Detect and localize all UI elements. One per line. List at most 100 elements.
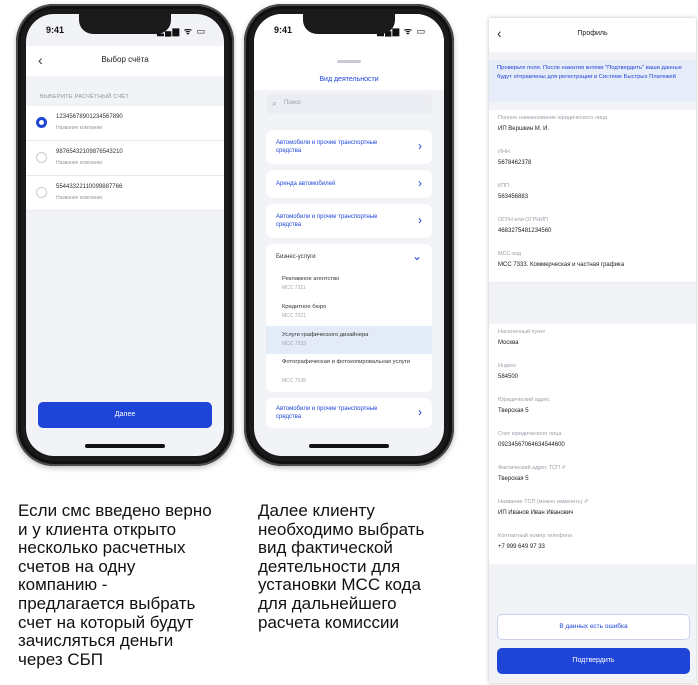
category-item-expanded[interactable]: Бизнес-услуги ⌄: [266, 244, 432, 270]
caption-activity-type: Далее клиенту необходимо выбрать вид фак…: [258, 501, 478, 632]
radio-unselected-icon[interactable]: [36, 152, 47, 163]
report-error-label: В данных есть ошибка: [559, 623, 628, 630]
status-time: 9:41: [274, 25, 293, 35]
field-value: MCC 7333. Коммерческая и частная графика: [498, 262, 625, 268]
account-company: Название компании: [56, 160, 103, 166]
account-number: 98765432109876543210: [56, 149, 123, 155]
category-item[interactable]: Автомобили и прочие транспортные средств…: [266, 398, 432, 428]
field-label: Название ТСП (можно изменить) ✐: [498, 499, 589, 505]
activity-title: Услуги графического дизайнера: [282, 332, 369, 338]
field-value: 09234567064634544600: [498, 442, 565, 448]
caption-line: вид фактической: [258, 538, 393, 558]
account-number: 12345678901234567890: [56, 114, 123, 120]
info-notice: Проверьте поля. После нажатия кнопки "По…: [489, 60, 696, 102]
field-label: Контактный номер телефона: [498, 533, 573, 539]
nav-header: ‹ Профиль: [489, 18, 696, 52]
caption-account-selection: Если смс введено верно и у клиента откры…: [18, 501, 248, 669]
home-indicator: [309, 444, 389, 448]
chevron-right-icon: ›: [418, 213, 422, 227]
phone-notch: [79, 14, 171, 34]
field-value: ИП Вершкин М. И.: [498, 126, 550, 132]
caption-line: предлагается выбрать: [18, 593, 196, 613]
activity-option-selected[interactable]: Услуги графического дизайнера MCC 7333: [266, 326, 432, 354]
chevron-down-icon: ⌄: [411, 249, 422, 263]
radio-unselected-icon[interactable]: [36, 187, 47, 198]
activity-title: Фотографическая и фотокопировальная услу…: [282, 359, 411, 365]
field-label: Полное наименование юридического лица: [498, 115, 608, 121]
field-label: Юридический адрес: [498, 397, 550, 403]
field-label: Индекс: [498, 363, 517, 369]
caption-line: Если смс введено верно: [18, 501, 212, 520]
screen-title: Вид деятельности: [319, 76, 379, 83]
caption-line: счетов на одну: [18, 556, 136, 576]
phone-notch: [303, 14, 395, 34]
field-value: 563456883: [498, 194, 529, 200]
screen-title: Выбор счёта: [101, 55, 149, 64]
profile-field: МСС-код MCC 7333. Коммерческая и частная…: [489, 246, 696, 283]
activity-mcc: MCC 7338: [282, 378, 306, 384]
field-value: ИП Иванов Иван Иванович: [498, 510, 574, 516]
sheet-background: [254, 44, 444, 90]
activity-mcc: MCC 7333: [282, 341, 306, 347]
field-label: КПП: [498, 183, 510, 189]
field-label: МСС-код: [498, 251, 521, 257]
caption-line: расчета комиссии: [258, 612, 399, 632]
category-item[interactable]: Автомобили и прочие транспортные средств…: [266, 130, 432, 164]
caption-line: через СБП: [18, 649, 104, 669]
activity-option[interactable]: Фотографическая и фотокопировальная услу…: [266, 354, 432, 392]
field-label: Населенный пункт: [498, 329, 546, 335]
profile-field: Юридический адрес Тверская 5: [489, 392, 696, 427]
profile-field-editable[interactable]: Название ТСП (можно изменить) ✐ ИП Ивано…: [489, 494, 696, 529]
field-value: 5678462378: [498, 160, 532, 166]
profile-screen: ‹ Профиль Проверьте поля. После нажатия …: [489, 18, 696, 683]
account-number: 55443322110099887766: [56, 184, 123, 190]
activity-title: Рекламное агентство: [282, 276, 340, 282]
profile-field: Контактный номер телефона +7 999 649 97 …: [489, 528, 696, 565]
category-item[interactable]: Автомобили и прочие транспортные средств…: [266, 204, 432, 238]
activity-title: Кредитное бюро: [282, 304, 327, 310]
account-company: Название компании: [56, 195, 103, 201]
chevron-right-icon: ›: [418, 139, 422, 153]
account-row[interactable]: 55443322110099887766 Название компании: [26, 176, 224, 211]
caption-line: компанию -: [18, 575, 108, 595]
profile-field: ОГРН или ОГРНИП 4683275481234560: [489, 212, 696, 247]
sheet-handle[interactable]: [337, 60, 361, 63]
account-company: Название компании: [56, 125, 103, 131]
phone-mockup-account-selection: 9:41 ▂▄▆ ᯤ ▭ ‹ Выбор счёта ВЫБЕРИТЕ РАСЧ…: [16, 4, 234, 466]
profile-field: Полное наименование юридического лица ИП…: [489, 110, 696, 145]
category-label: Автомобили и прочие транспортные средств…: [276, 406, 378, 420]
caption-line: деятельности для: [258, 556, 401, 576]
field-value: 4683275481234560: [498, 228, 552, 234]
activity-option[interactable]: Кредитное бюро MCC 7321: [266, 298, 432, 326]
confirm-button[interactable]: Подтвердить: [497, 648, 690, 674]
profile-field: Населенный пункт Москва: [489, 324, 696, 359]
profile-field: Счет юридического лица 09234567064634544…: [489, 426, 696, 461]
next-button[interactable]: Далее: [38, 402, 212, 428]
radio-selected-icon[interactable]: [36, 117, 47, 128]
chevron-right-icon: ›: [418, 405, 422, 419]
category-label: Автомобили и прочие транспортные средств…: [276, 140, 378, 154]
report-error-button[interactable]: В данных есть ошибка: [497, 614, 690, 640]
profile-field-editable[interactable]: Фактический адрес ТСП ✐ Тверская 5: [489, 460, 696, 495]
search-icon: ⌕: [272, 98, 278, 108]
search-input[interactable]: ⌕ Поиск: [266, 94, 432, 114]
account-row[interactable]: 98765432109876543210 Название компании: [26, 141, 224, 176]
search-placeholder: Поиск: [284, 100, 301, 106]
caption-line: для дальнейшего: [258, 593, 397, 613]
phone-mockup-activity-type: 9:41 ▂▄▆ ᯤ ▭ Вид деятельности ⌕ Поиск Ав…: [244, 4, 454, 466]
activity-option[interactable]: Рекламное агентство MCC 7311: [266, 270, 432, 298]
category-label: Бизнес-услуги: [276, 254, 316, 260]
caption-line: необходимо выбрать: [258, 519, 425, 539]
screen-title: Профиль: [577, 30, 608, 37]
confirm-button-label: Подтвердить: [572, 657, 615, 664]
field-value: 584500: [498, 374, 519, 380]
field-value: Москва: [498, 340, 519, 346]
account-row[interactable]: 12345678901234567890 Название компании: [26, 106, 224, 141]
phone-screen: 9:41 ▂▄▆ ᯤ ▭ ‹ Выбор счёта ВЫБЕРИТЕ РАСЧ…: [26, 14, 224, 456]
caption-line: и у клиента открыто: [18, 519, 177, 539]
category-item[interactable]: Аренда автомобилей ›: [266, 170, 432, 198]
caption-line: зачисляться деньги: [18, 631, 174, 651]
profile-field: КПП 563456883: [489, 178, 696, 213]
field-label: Счет юридического лица: [498, 431, 562, 437]
field-label: ИНН: [498, 149, 510, 155]
